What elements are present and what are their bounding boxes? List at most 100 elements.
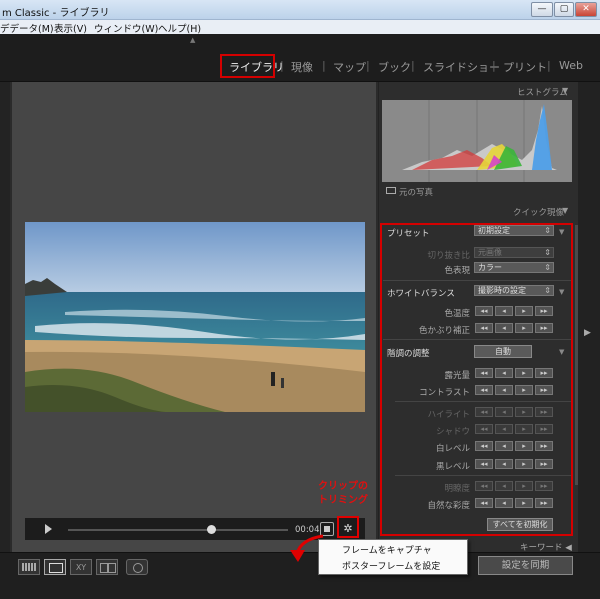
module-develop[interactable]: 現像 [291,59,313,75]
step-down-button[interactable]: ◂ [495,306,513,316]
color-treatment-dropdown[interactable]: カラー ⇕ [474,262,554,273]
module-web[interactable]: Web [559,59,583,72]
set-poster-frame-menu-item[interactable]: ポスターフレームを設定 [342,559,440,572]
original-photo-checkbox[interactable] [386,187,396,194]
step-big-down-button[interactable]: ◂◂ [475,323,493,333]
video-scrubber[interactable] [68,529,288,531]
vibrance-stepper: ◂◂ ◂ ▸ ▸▸ [475,498,553,508]
temperature-label: 色温度 [444,309,470,319]
step-down-button[interactable]: ◂ [495,481,513,491]
step-up-button[interactable]: ▸ [515,368,533,378]
left-panel-collapsed[interactable] [0,82,10,552]
section-toggle-icon[interactable]: ▼ [559,228,564,236]
grid-view-icon[interactable] [18,559,40,575]
maximize-button[interactable]: ▢ [554,2,574,17]
clarity-stepper: ◂◂ ◂ ▸ ▸▸ [475,481,553,491]
sync-settings-button[interactable]: 設定を同期 [478,556,573,575]
step-up-button[interactable]: ▸ [515,385,533,395]
minimize-button[interactable]: — [531,2,553,17]
step-big-up-button[interactable]: ▸▸ [535,385,553,395]
step-big-up-button[interactable]: ▸▸ [535,424,553,434]
step-big-up-button[interactable]: ▸▸ [535,441,553,451]
shadows-stepper: ◂◂ ◂ ▸ ▸▸ [475,424,553,434]
step-big-down-button[interactable]: ◂◂ [475,407,493,417]
step-down-button[interactable]: ◂ [495,459,513,469]
step-up-button[interactable]: ▸ [515,306,533,316]
step-up-button[interactable]: ▸ [515,481,533,491]
histogram-header[interactable]: ヒストグラム [517,86,568,98]
blacks-stepper: ◂◂ ◂ ▸ ▸▸ [475,459,553,469]
loupe-frame [49,563,63,573]
exposure-stepper: ◂◂ ◂ ▸ ▸▸ [475,368,553,378]
tone-control-label: 階調の調整 [387,349,430,359]
step-big-down-button[interactable]: ◂◂ [475,385,493,395]
menu-bar [0,20,600,34]
original-photo-label: 元の写真 [399,188,434,198]
menu-metadata[interactable]: デデータ(M) [0,21,54,35]
step-big-down-button[interactable]: ◂◂ [475,424,493,434]
step-down-button[interactable]: ◂ [495,323,513,333]
step-down-button[interactable]: ◂ [495,424,513,434]
top-panel-toggle-icon[interactable]: ▲ [190,36,195,44]
close-button[interactable]: ✕ [575,2,597,17]
step-down-button[interactable]: ◂ [495,368,513,378]
survey-view-icon[interactable] [96,559,118,575]
white-balance-label: ホワイトバランス [387,289,455,299]
auto-tone-button[interactable]: 自動 [474,345,532,358]
shadows-label: シャドウ [435,427,470,437]
crop-ratio-dropdown[interactable]: 元画像 ⇕ [474,247,554,258]
module-separator: | [547,59,551,72]
scrubber-handle[interactable] [207,525,216,534]
right-panel-toggle-icon[interactable]: ▶ [584,328,591,338]
reset-all-button[interactable]: すべてを初期化 [487,518,553,531]
step-big-up-button[interactable]: ▸▸ [535,459,553,469]
preset-dropdown[interactable]: 初期設定 ⇕ [474,225,554,236]
white-balance-dropdown[interactable]: 撮影時の設定 ⇕ [474,285,554,296]
step-big-down-button[interactable]: ◂◂ [475,498,493,508]
step-up-button[interactable]: ▸ [515,459,533,469]
section-toggle-icon[interactable]: ▼ [559,288,564,296]
quick-develop-header[interactable]: クイック現像 [513,206,564,218]
step-up-button[interactable]: ▸ [515,441,533,451]
step-big-down-button[interactable]: ◂◂ [475,441,493,451]
step-big-down-button[interactable]: ◂◂ [475,481,493,491]
play-button[interactable] [45,524,52,534]
module-print[interactable]: プリント [503,59,547,75]
loupe-view-icon[interactable] [44,559,66,575]
people-view-icon[interactable] [126,559,148,575]
step-up-button[interactable]: ▸ [515,424,533,434]
step-big-up-button[interactable]: ▸▸ [535,407,553,417]
module-book[interactable]: ブック [378,59,411,75]
menu-view[interactable]: 表示(V) [54,21,87,35]
menu-help[interactable]: ヘルプ(H) [158,21,201,35]
collapse-triangle-icon[interactable]: ▼ [562,86,568,95]
step-up-button[interactable]: ▸ [515,407,533,417]
capture-frame-menu-item[interactable]: フレームをキャプチャ [342,543,432,556]
step-down-button[interactable]: ◂ [495,407,513,417]
step-big-up-button[interactable]: ▸▸ [535,323,553,333]
temperature-stepper: ◂◂ ◂ ▸ ▸▸ [475,306,553,316]
step-down-button[interactable]: ◂ [495,385,513,395]
step-big-up-button[interactable]: ▸▸ [535,368,553,378]
collapse-triangle-icon[interactable]: ▼ [562,206,568,215]
step-up-button[interactable]: ▸ [515,498,533,508]
face-shape [133,563,143,573]
module-slideshow[interactable]: スライドショー [423,59,500,75]
step-big-up-button[interactable]: ▸▸ [535,306,553,316]
menu-window[interactable]: ウィンドウ(W) [94,21,158,35]
section-toggle-icon[interactable]: ▼ [559,348,564,356]
module-map[interactable]: マップ [333,59,366,75]
step-down-button[interactable]: ◂ [495,498,513,508]
step-big-down-button[interactable]: ◂◂ [475,459,493,469]
right-panel-scrollbar[interactable] [575,225,578,485]
active-module-highlight [220,54,275,78]
step-big-down-button[interactable]: ◂◂ [475,306,493,316]
compare-view-icon[interactable]: XY [70,559,92,575]
step-big-up-button[interactable]: ▸▸ [535,498,553,508]
step-big-down-button[interactable]: ◂◂ [475,368,493,378]
step-big-up-button[interactable]: ▸▸ [535,481,553,491]
color-treatment-label: 色表現 [444,266,470,276]
step-up-button[interactable]: ▸ [515,323,533,333]
annotation-arrow-icon [290,534,324,562]
step-down-button[interactable]: ◂ [495,441,513,451]
